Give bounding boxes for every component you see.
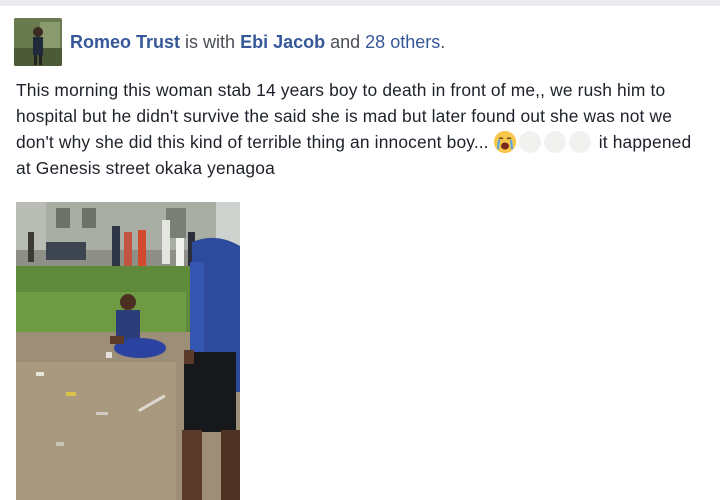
post-body: This morning this woman stab 14 years bo… — [16, 77, 708, 181]
post-photo[interactable] — [16, 202, 240, 500]
faded-emoji-icon — [518, 131, 541, 153]
with-text: is with — [185, 32, 236, 52]
period-text: . — [440, 32, 446, 52]
crying-face-icon — [493, 131, 516, 153]
author-link[interactable]: Romeo Trust — [70, 32, 180, 52]
post-card: Romeo Trust is with Ebi Jacob and 28 oth… — [0, 6, 720, 500]
post-header-text: Romeo Trust is with Ebi Jacob and 28 oth… — [70, 32, 445, 53]
faded-emoji-icon — [568, 131, 591, 153]
and-text: and — [330, 32, 361, 52]
faded-emoji-icon — [543, 131, 566, 153]
avatar[interactable] — [14, 18, 62, 66]
others-link[interactable]: 28 others — [365, 32, 440, 52]
tagged-friend-link[interactable]: Ebi Jacob — [240, 32, 325, 52]
post-header: Romeo Trust is with Ebi Jacob and 28 oth… — [14, 18, 714, 68]
